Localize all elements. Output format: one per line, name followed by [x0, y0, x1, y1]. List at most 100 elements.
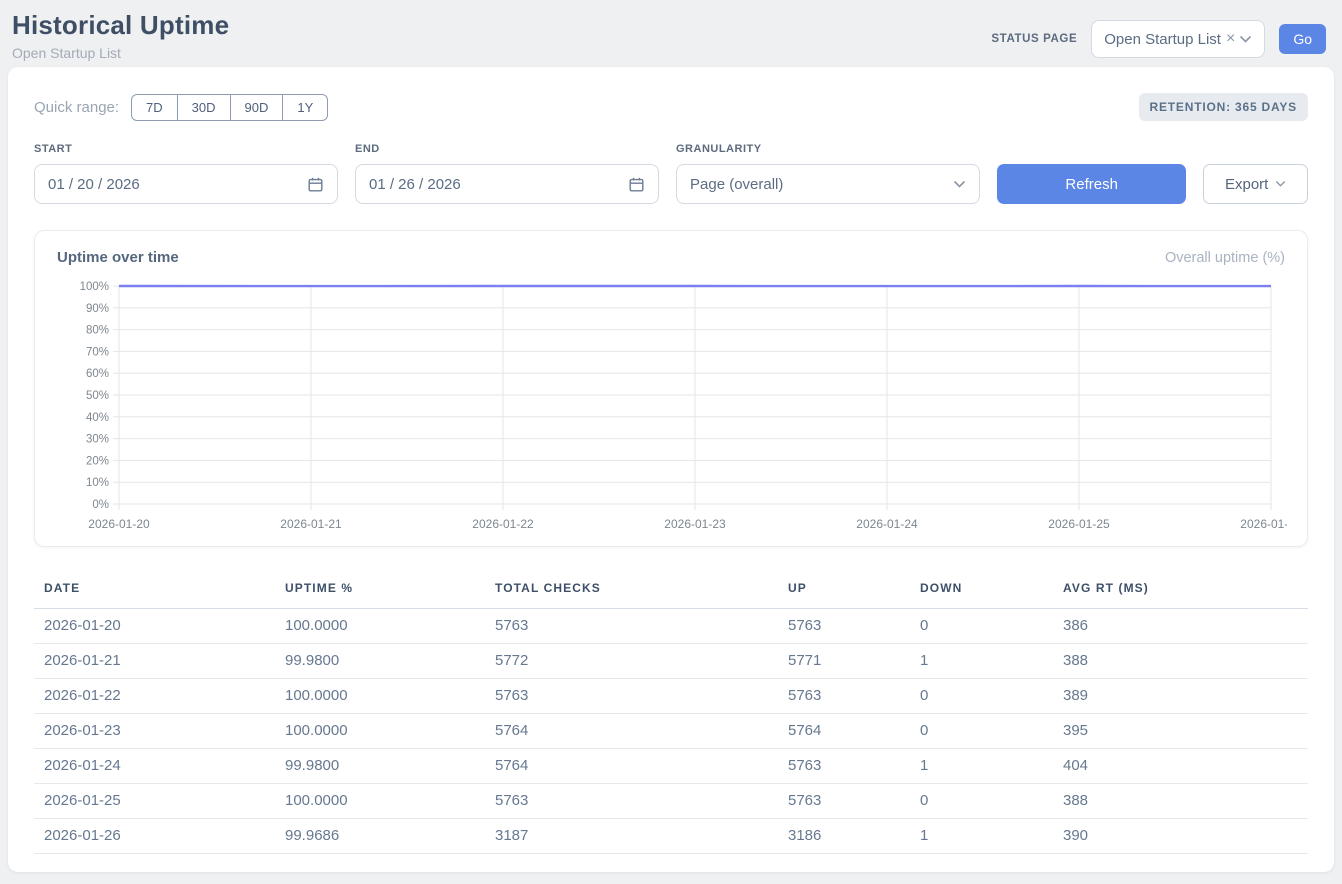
- table-cell: 2026-01-23: [34, 714, 277, 749]
- table-row: 2026-01-20100.0000576357630386: [34, 609, 1308, 644]
- table-cell: 0: [912, 714, 1055, 749]
- page-title: Historical Uptime: [12, 10, 229, 41]
- table-cell: 2026-01-21: [34, 644, 277, 679]
- start-date-field: START 01 / 20 / 2026: [34, 143, 338, 204]
- chevron-down-icon: [1275, 180, 1286, 188]
- svg-text:0%: 0%: [92, 499, 109, 511]
- svg-text:2026-01-24: 2026-01-24: [856, 517, 918, 531]
- table-cell: 2026-01-26: [34, 819, 277, 854]
- table-cell: 2026-01-24: [34, 749, 277, 784]
- chevron-down-icon: [953, 180, 966, 189]
- go-button[interactable]: Go: [1279, 24, 1326, 54]
- table-cell: 5763: [780, 784, 912, 819]
- chart-header: Uptime over time Overall uptime (%): [55, 249, 1287, 266]
- refresh-button[interactable]: Refresh: [997, 164, 1186, 204]
- table-row: 2026-01-23100.0000576457640395: [34, 714, 1308, 749]
- status-page-select[interactable]: Open Startup List ×: [1091, 20, 1265, 58]
- calendar-icon[interactable]: [628, 176, 645, 193]
- granularity-select[interactable]: Page (overall): [676, 164, 980, 204]
- start-date-value: 01 / 20 / 2026: [48, 176, 140, 193]
- table-cell: 100.0000: [277, 714, 487, 749]
- table-cell: 5771: [780, 644, 912, 679]
- svg-text:70%: 70%: [86, 346, 109, 358]
- status-page-selected-value: Open Startup List: [1104, 31, 1221, 48]
- chart-legend-label: Overall uptime (%): [1165, 250, 1285, 266]
- svg-text:2026-01-21: 2026-01-21: [280, 517, 342, 531]
- table-row: 2026-01-25100.0000576357630388: [34, 784, 1308, 819]
- main-panel: Quick range: 7D30D90D1Y RETENTION: 365 D…: [8, 67, 1334, 872]
- start-date-label: START: [34, 143, 338, 155]
- start-date-input[interactable]: 01 / 20 / 2026: [34, 164, 338, 204]
- table-row: 2026-01-22100.0000576357630389: [34, 679, 1308, 714]
- quick-range-row: Quick range: 7D30D90D1Y RETENTION: 365 D…: [34, 93, 1308, 121]
- quick-range-label: Quick range:: [34, 99, 119, 116]
- svg-text:90%: 90%: [86, 303, 109, 315]
- granularity-label: GRANULARITY: [676, 143, 980, 155]
- quick-range-button-7d[interactable]: 7D: [131, 94, 178, 121]
- table-cell: 5763: [780, 749, 912, 784]
- table-cell: 1: [912, 749, 1055, 784]
- title-block: Historical Uptime Open Startup List: [12, 10, 229, 61]
- end-date-input[interactable]: 01 / 26 / 2026: [355, 164, 659, 204]
- svg-text:40%: 40%: [86, 412, 109, 424]
- svg-text:2026-01-25: 2026-01-25: [1048, 517, 1110, 531]
- table-cell: 5764: [487, 749, 780, 784]
- table-cell: 389: [1055, 679, 1308, 714]
- svg-text:2026-01-22: 2026-01-22: [472, 517, 534, 531]
- calendar-icon[interactable]: [307, 176, 324, 193]
- clear-selection-icon[interactable]: ×: [1226, 31, 1235, 47]
- chevron-down-icon: [1239, 35, 1252, 44]
- page-subtitle: Open Startup List: [12, 45, 229, 61]
- svg-text:30%: 30%: [86, 434, 109, 446]
- quick-range-button-30d[interactable]: 30D: [177, 94, 231, 121]
- column-header: DATE: [34, 575, 277, 609]
- table-cell: 100.0000: [277, 784, 487, 819]
- table-cell: 99.9800: [277, 749, 487, 784]
- table-cell: 404: [1055, 749, 1308, 784]
- svg-text:60%: 60%: [86, 368, 109, 380]
- quick-range-button-1y[interactable]: 1Y: [282, 94, 328, 121]
- export-button[interactable]: Export: [1203, 164, 1308, 204]
- table-cell: 388: [1055, 644, 1308, 679]
- table-cell: 2026-01-22: [34, 679, 277, 714]
- svg-text:50%: 50%: [86, 390, 109, 402]
- granularity-selected-value: Page (overall): [690, 176, 783, 193]
- status-page-controls: STATUS PAGE Open Startup List × Go: [991, 20, 1326, 58]
- table-cell: 3187: [487, 819, 780, 854]
- table-cell: 1: [912, 819, 1055, 854]
- column-header: AVG RT (MS): [1055, 575, 1308, 609]
- column-header: UP: [780, 575, 912, 609]
- table-cell: 100.0000: [277, 679, 487, 714]
- table-cell: 99.9686: [277, 819, 487, 854]
- retention-badge: RETENTION: 365 DAYS: [1139, 93, 1308, 121]
- end-date-value: 01 / 26 / 2026: [369, 176, 461, 193]
- export-button-label: Export: [1225, 176, 1268, 193]
- chart-card: Uptime over time Overall uptime (%) 0% 10…: [34, 230, 1308, 547]
- column-header: DOWN: [912, 575, 1055, 609]
- end-date-label: END: [355, 143, 659, 155]
- table-cell: 5763: [487, 679, 780, 714]
- table-cell: 5763: [780, 609, 912, 644]
- table-cell: 5763: [780, 679, 912, 714]
- svg-text:2026-01-23: 2026-01-23: [664, 517, 726, 531]
- table-cell: 0: [912, 609, 1055, 644]
- table-cell: 99.9800: [277, 644, 487, 679]
- table-cell: 0: [912, 679, 1055, 714]
- table-cell: 5763: [487, 784, 780, 819]
- svg-text:2026-01-20: 2026-01-20: [88, 517, 150, 531]
- status-page-label: STATUS PAGE: [991, 33, 1077, 45]
- table-cell: 390: [1055, 819, 1308, 854]
- granularity-field: GRANULARITY Page (overall): [676, 143, 980, 204]
- svg-text:80%: 80%: [86, 325, 109, 337]
- table-cell: 5763: [487, 609, 780, 644]
- table-row: 2026-01-2499.9800576457631404: [34, 749, 1308, 784]
- quick-range-button-90d[interactable]: 90D: [230, 94, 284, 121]
- svg-text:20%: 20%: [86, 455, 109, 467]
- chart-title: Uptime over time: [57, 249, 179, 266]
- table-cell: 395: [1055, 714, 1308, 749]
- svg-text:100%: 100%: [80, 281, 109, 293]
- table-cell: 5764: [780, 714, 912, 749]
- table-cell: 1: [912, 644, 1055, 679]
- uptime-chart: 0%10%20%30%40%50%60%70%80%90%100%2026-01…: [55, 276, 1287, 538]
- uptime-line-chart-svg: 0%10%20%30%40%50%60%70%80%90%100%2026-01…: [55, 276, 1287, 538]
